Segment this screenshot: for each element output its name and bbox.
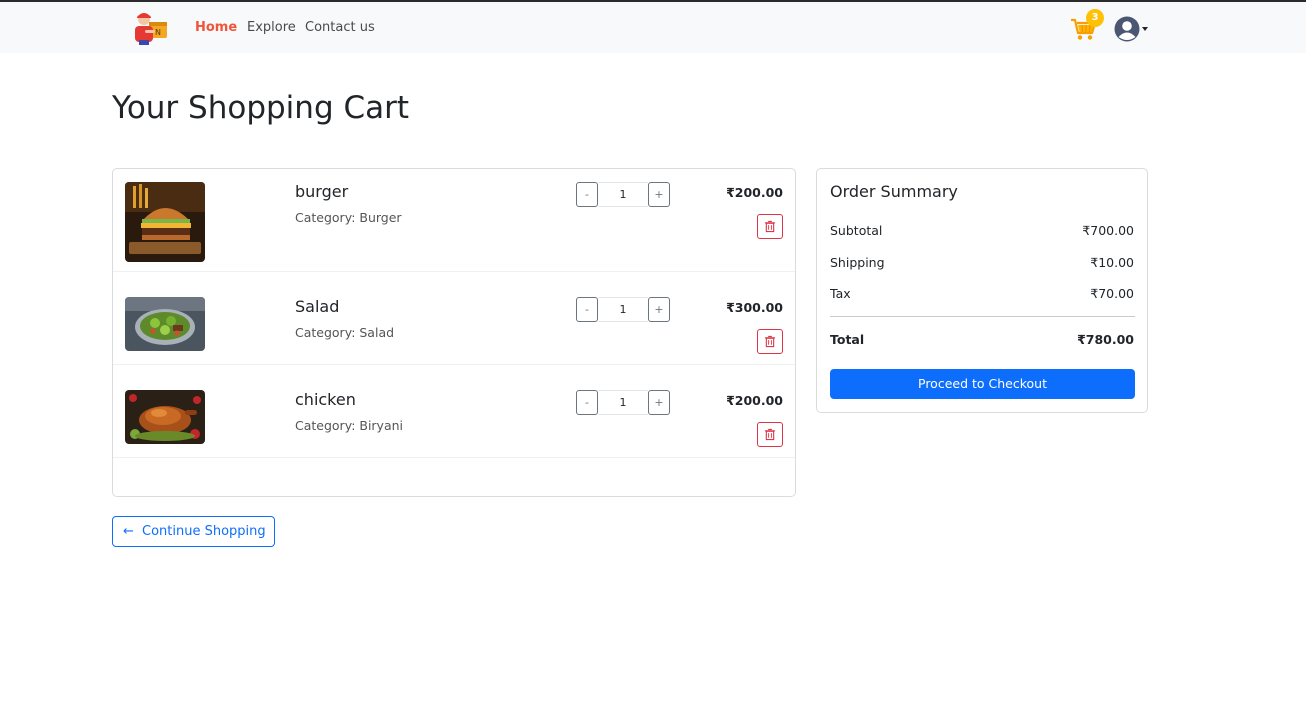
increase-quantity-button[interactable]: +: [648, 182, 670, 207]
tax-label: Tax: [830, 286, 851, 301]
cart-count-badge: 3: [1086, 9, 1104, 27]
cart-item-row: chicken Category: Biryani - 1 + ₹200.00: [113, 365, 795, 458]
page-title: Your Shopping Cart: [112, 90, 410, 126]
increase-quantity-button[interactable]: +: [648, 297, 670, 322]
proceed-to-checkout-button[interactable]: Proceed to Checkout: [830, 369, 1135, 399]
item-category: Category: Biryani: [295, 418, 404, 433]
quantity-input[interactable]: 1: [598, 390, 648, 415]
user-avatar-icon[interactable]: [1114, 16, 1140, 42]
salad-image: [125, 297, 205, 351]
subtotal-value: ₹700.00: [1082, 223, 1134, 238]
decrease-quantity-button[interactable]: -: [576, 297, 598, 322]
order-summary-card: Order Summary Subtotal ₹700.00 Shipping …: [816, 168, 1148, 413]
total-value: ₹780.00: [1077, 332, 1134, 347]
trash-icon[interactable]: [757, 329, 783, 354]
nav-contact-link[interactable]: Contact us: [305, 20, 375, 35]
cart-item-row: Salad Category: Salad - 1 + ₹300.00: [113, 272, 795, 365]
item-name: Salad: [295, 297, 340, 316]
item-category: Category: Salad: [295, 325, 395, 340]
top-navbar: N Home Explore Contact us 3: [0, 2, 1306, 53]
continue-shopping-button[interactable]: ← Continue Shopping: [112, 516, 275, 547]
quantity-stepper: - 1 +: [576, 182, 670, 207]
burger-image: [125, 182, 205, 262]
trash-icon[interactable]: [757, 422, 783, 447]
delivery-logo-icon[interactable]: N: [131, 10, 169, 46]
cart-items-card: burger Category: Burger - 1 + ₹200.00 Sa…: [112, 168, 796, 497]
user-menu-caret-icon[interactable]: [1142, 27, 1148, 31]
summary-divider: [830, 316, 1135, 317]
shipping-value: ₹10.00: [1090, 255, 1134, 270]
quantity-input[interactable]: 1: [598, 182, 648, 207]
svg-text:N: N: [155, 28, 161, 37]
order-summary-title: Order Summary: [830, 182, 958, 201]
item-price: ₹200.00: [726, 393, 783, 408]
nav-home-link[interactable]: Home: [195, 20, 237, 35]
roast-chicken-image: [125, 390, 205, 444]
total-label: Total: [830, 332, 865, 347]
quantity-stepper: - 1 +: [576, 297, 670, 322]
item-price: ₹200.00: [726, 185, 783, 200]
tax-value: ₹70.00: [1090, 286, 1134, 301]
continue-shopping-label: Continue Shopping: [142, 524, 266, 539]
trash-icon[interactable]: [757, 214, 783, 239]
item-price: ₹300.00: [726, 300, 783, 315]
decrease-quantity-button[interactable]: -: [576, 182, 598, 207]
arrow-left-icon: ←: [123, 524, 134, 539]
item-name: burger: [295, 182, 349, 201]
cart-item-row: burger Category: Burger - 1 + ₹200.00: [113, 169, 795, 272]
shipping-label: Shipping: [830, 255, 885, 270]
quantity-input[interactable]: 1: [598, 297, 648, 322]
increase-quantity-button[interactable]: +: [648, 390, 670, 415]
quantity-stepper: - 1 +: [576, 390, 670, 415]
item-category: Category: Burger: [295, 210, 402, 225]
decrease-quantity-button[interactable]: -: [576, 390, 598, 415]
nav-explore-link[interactable]: Explore: [247, 20, 296, 35]
subtotal-label: Subtotal: [830, 223, 883, 238]
item-name: chicken: [295, 390, 356, 409]
